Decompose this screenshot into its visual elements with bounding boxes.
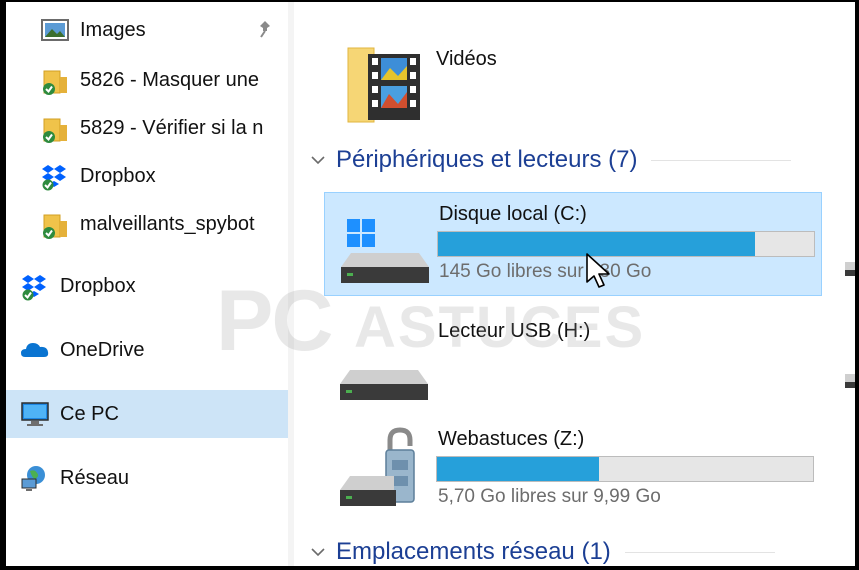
sidebar-item-label: Dropbox xyxy=(60,274,136,297)
sidebar-item-label: Dropbox xyxy=(80,164,156,187)
dropbox-icon xyxy=(20,271,50,301)
content-pane: Vidéos Périphériques et lecteurs (7) Dis… xyxy=(294,2,855,566)
sidebar-item-images[interactable]: Images xyxy=(6,12,288,48)
drive-free-space: 5,70 Go libres sur 9,99 Go xyxy=(438,486,661,507)
videos-folder-tile[interactable]: Vidéos xyxy=(334,32,574,128)
videos-folder-icon xyxy=(344,38,424,124)
group-separator xyxy=(624,551,775,553)
group-header-network[interactable]: Emplacements réseau (1) xyxy=(308,538,775,566)
drive-icon-partial[interactable] xyxy=(841,258,855,278)
mouse-cursor-icon xyxy=(585,252,613,290)
navigation-pane: Images 5826 - Masquer une 5829 - Vérifie… xyxy=(6,2,288,566)
group-title: Périphériques et lecteurs (7) xyxy=(336,146,638,173)
pictures-folder-icon xyxy=(40,15,70,45)
window-frame-bottom xyxy=(0,566,859,570)
sidebar-item-folder-malveillants[interactable]: malveillants_spybot xyxy=(6,202,288,246)
drive-name: Lecteur USB (H:) xyxy=(438,320,591,342)
sidebar-item-label: 5826 - Masquer une xyxy=(80,68,260,91)
drive-usage-fill xyxy=(437,457,599,481)
drive-usage-bar xyxy=(436,456,814,482)
onedrive-cloud-icon xyxy=(20,335,50,365)
drive-usage-bar xyxy=(437,231,815,257)
windows-drive-icon xyxy=(335,217,431,287)
dropbox-icon xyxy=(40,161,70,191)
chevron-down-icon xyxy=(308,150,328,170)
drive-free-space: 145 Go libres sur 930 Go xyxy=(439,261,652,282)
drive-tile-z[interactable]: Webastuces (Z:) 5,70 Go libres sur 9,99 … xyxy=(324,418,822,522)
group-title: Emplacements réseau (1) xyxy=(336,538,611,565)
sidebar-item-dropbox[interactable]: Dropbox xyxy=(6,264,288,308)
sidebar-item-label: Images xyxy=(80,18,146,41)
drive-name: Webastuces (Z:) xyxy=(438,428,585,450)
pin-icon[interactable] xyxy=(256,20,274,38)
sidebar-item-label: Réseau xyxy=(60,466,129,489)
chevron-down-icon xyxy=(308,542,328,562)
group-header-devices[interactable]: Périphériques et lecteurs (7) xyxy=(308,146,792,174)
sidebar-item-label: 5829 - Vérifier si la n xyxy=(80,116,264,139)
drive-name: Disque local (C:) xyxy=(439,203,587,225)
sidebar-item-ce-pc[interactable]: Ce PC xyxy=(6,390,288,438)
drive-icon-partial[interactable] xyxy=(841,370,855,390)
folder-synced-icon xyxy=(40,209,70,239)
locked-drive-icon xyxy=(334,426,430,512)
drive-tile-c[interactable]: Disque local (C:) 145 Go libres sur 930 … xyxy=(324,192,822,296)
computer-icon xyxy=(20,399,50,429)
folder-synced-icon xyxy=(40,65,70,95)
sidebar-item-label: malveillants_spybot xyxy=(80,212,255,235)
videos-folder-label: Vidéos xyxy=(436,48,497,70)
sidebar-item-folder-5826[interactable]: 5826 - Masquer une xyxy=(6,58,288,102)
window-frame-right xyxy=(855,0,859,570)
sidebar-item-reseau[interactable]: Réseau xyxy=(6,456,288,500)
sidebar-item-dropbox-quick[interactable]: Dropbox xyxy=(6,154,288,198)
usb-drive-icon xyxy=(334,334,430,404)
sidebar-item-label: OneDrive xyxy=(60,338,145,361)
sidebar-item-label: Ce PC xyxy=(60,402,119,425)
network-icon xyxy=(20,463,50,493)
sidebar-item-folder-5829[interactable]: 5829 - Vérifier si la n xyxy=(6,106,288,150)
sidebar-item-onedrive[interactable]: OneDrive xyxy=(6,328,288,372)
group-separator xyxy=(651,159,792,161)
drive-tile-h[interactable]: Lecteur USB (H:) xyxy=(324,310,822,414)
folder-synced-icon xyxy=(40,113,70,143)
